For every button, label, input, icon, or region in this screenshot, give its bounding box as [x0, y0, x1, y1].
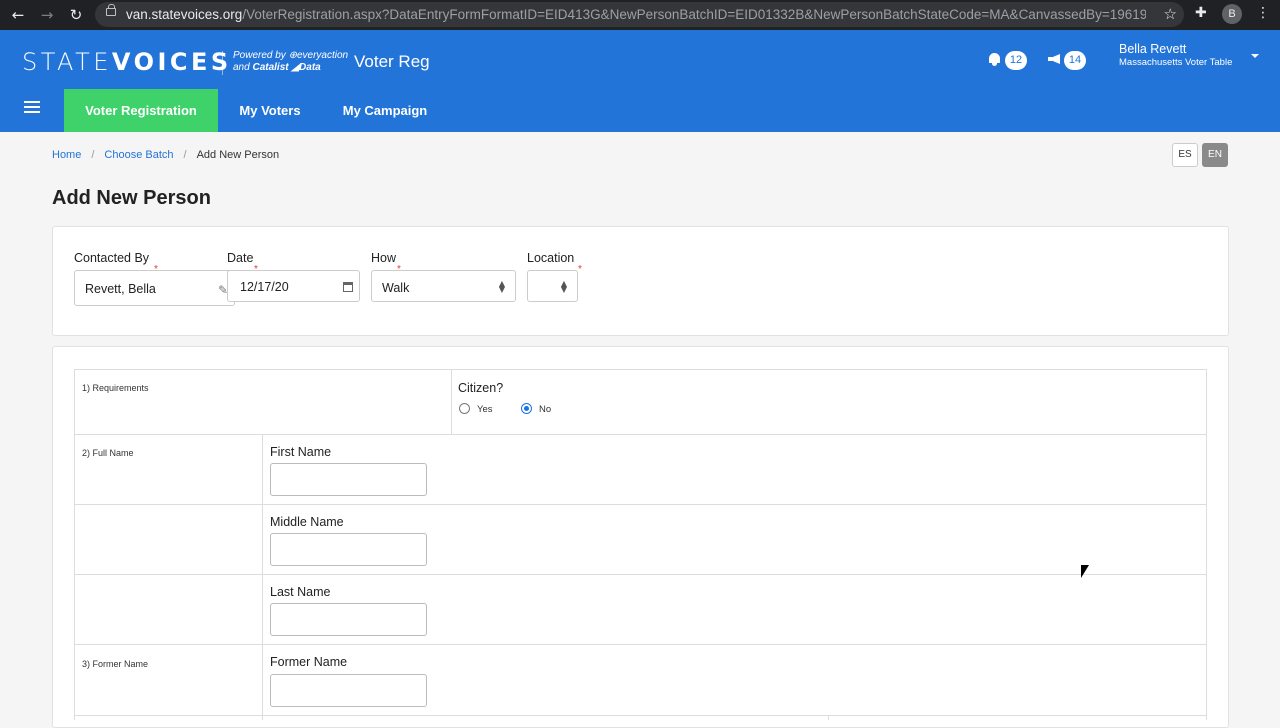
table-border — [1206, 369, 1207, 720]
contacted-by-field[interactable]: Revett, Bella ✎ — [74, 270, 235, 306]
table-border — [74, 644, 1207, 645]
table-border — [451, 369, 452, 434]
tab-voter-registration[interactable]: Voter Registration — [64, 89, 218, 132]
table-border — [74, 369, 1207, 370]
citizen-no-radio[interactable] — [521, 403, 532, 414]
page-title: Add New Person — [52, 187, 211, 209]
citizen-yes-label[interactable]: Yes — [477, 404, 493, 415]
table-border — [74, 369, 75, 720]
breadcrumb-current: Add New Person — [196, 149, 280, 161]
megaphone-icon[interactable] — [1048, 54, 1060, 64]
contacted-by-label: Contacted By — [74, 251, 150, 265]
breadcrumb-home[interactable]: Home — [52, 149, 81, 161]
user-organization[interactable]: Massachusetts Voter Table — [1119, 57, 1232, 68]
registration-form-card — [52, 346, 1229, 728]
mouse-cursor-icon — [1081, 565, 1089, 578]
date-value: 12/17/20 — [240, 280, 289, 294]
url-host: van.statevoices.org — [126, 7, 243, 22]
calendar-icon[interactable] — [343, 282, 353, 292]
date-input[interactable]: 12/17/20 — [227, 270, 360, 302]
table-border — [262, 434, 263, 720]
bookmark-star-icon[interactable]: ☆ — [1164, 5, 1177, 23]
forward-icon[interactable]: → — [37, 5, 57, 25]
breadcrumb-choose-batch[interactable]: Choose Batch — [104, 149, 173, 161]
reload-icon[interactable]: ↻ — [66, 5, 86, 25]
how-label: How — [371, 251, 397, 265]
powered-by-line1: Powered by ⊕everyaction — [233, 50, 349, 61]
browser-menu-icon[interactable]: ⋮ — [1256, 5, 1270, 21]
breadcrumb: Home / Choose Batch / Add New Person — [52, 149, 280, 161]
last-name-label: Last Name — [270, 585, 331, 599]
former-name-label: Former Name — [270, 655, 348, 669]
required-marker: * — [578, 264, 582, 275]
table-border — [828, 715, 829, 720]
logo-divider — [222, 51, 223, 75]
logo-light-text: STATE — [22, 48, 112, 76]
url-path: /VoterRegistration.aspx?DataEntryFormFor… — [242, 7, 1146, 22]
table-border — [74, 434, 1207, 435]
table-border — [74, 715, 1207, 716]
last-name-input[interactable] — [270, 603, 427, 636]
address-bar[interactable]: van.statevoices.org/VoterRegistration.as… — [95, 2, 1184, 27]
tab-my-campaign[interactable]: My Campaign — [332, 89, 438, 132]
announcements-badge[interactable]: 14 — [1064, 51, 1086, 70]
first-name-input[interactable] — [270, 463, 427, 496]
user-name[interactable]: Bella Revett — [1119, 42, 1186, 56]
citizen-no-label[interactable]: No — [539, 404, 551, 415]
tab-my-voters[interactable]: My Voters — [228, 89, 312, 132]
url-text[interactable]: van.statevoices.org/VoterRegistration.as… — [126, 7, 1146, 22]
how-select[interactable]: Walk ▲ ▼ — [371, 270, 516, 302]
middle-name-input[interactable] — [270, 533, 427, 566]
catalist-brand: Catalist ◢Data — [252, 62, 321, 73]
powered-by-prefix: and — [233, 62, 250, 73]
bell-icon[interactable] — [989, 53, 1000, 66]
how-value: Walk — [382, 281, 410, 295]
lang-en-button[interactable]: EN — [1202, 143, 1228, 167]
table-border — [74, 574, 1207, 575]
contacted-by-value: Revett, Bella — [85, 282, 156, 296]
hamburger-menu-icon[interactable] — [24, 101, 40, 113]
profile-avatar[interactable]: B — [1222, 4, 1242, 24]
location-select[interactable]: ▲ ▼ — [527, 270, 578, 302]
powered-by: Powered by ⊕everyaction and Catalist ◢Da… — [233, 50, 348, 74]
notifications-badge[interactable]: 12 — [1005, 51, 1027, 70]
select-arrows-icon: ▲ ▼ — [498, 279, 505, 294]
first-name-label: First Name — [270, 445, 332, 459]
section-former-name-label: 3) Former Name — [82, 659, 149, 669]
section-requirements-label: 1) Requirements — [82, 383, 149, 393]
table-border — [74, 504, 1207, 505]
statevoices-logo[interactable]: STATEVOICES — [22, 48, 232, 76]
former-name-input[interactable] — [270, 674, 427, 707]
date-label: Date — [227, 251, 254, 265]
extensions-puzzle-icon[interactable]: ✚ — [1195, 5, 1207, 21]
browser-toolbar: ← → ↻ van.statevoices.org/VoterRegistrat… — [0, 0, 1280, 30]
citizen-label: Citizen? — [458, 381, 504, 395]
user-menu-caret-icon[interactable] — [1251, 54, 1259, 58]
logo-bold-text: VOICES — [111, 48, 232, 76]
citizen-yes-radio[interactable] — [459, 403, 470, 414]
section-full-name-label: 2) Full Name — [82, 448, 134, 458]
lock-icon — [106, 4, 116, 16]
location-label: Location — [527, 251, 575, 265]
middle-name-label: Middle Name — [270, 515, 344, 529]
lang-es-button[interactable]: ES — [1172, 143, 1198, 167]
back-icon[interactable]: ← — [8, 5, 28, 25]
app-title: Voter Reg — [354, 52, 430, 71]
select-arrows-icon: ▲ ▼ — [560, 279, 567, 294]
